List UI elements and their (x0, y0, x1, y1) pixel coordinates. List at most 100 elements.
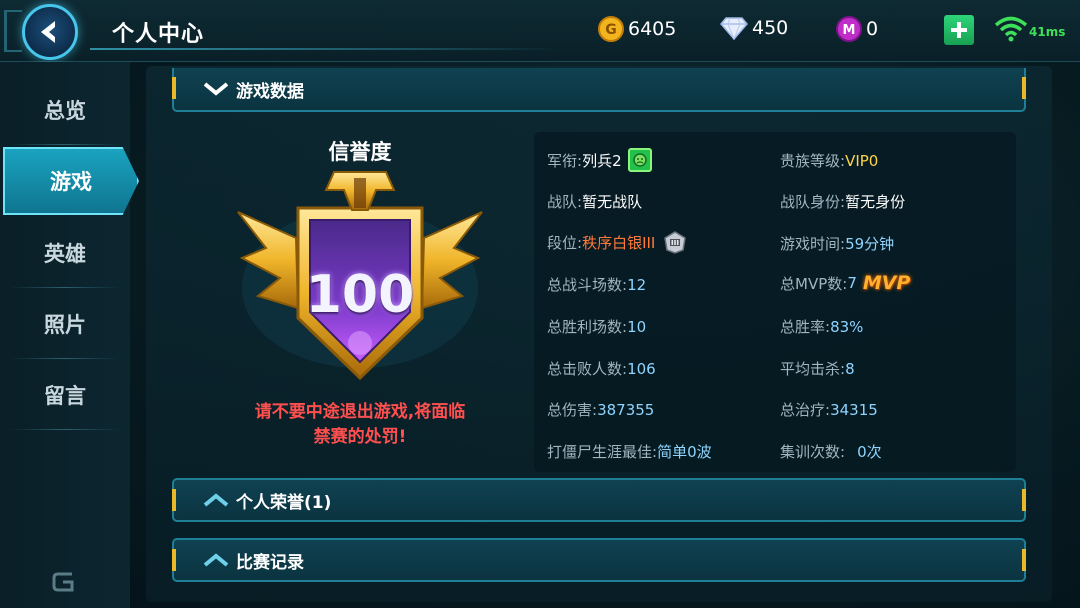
back-button-frame (4, 10, 22, 52)
tier-emblem-icon (664, 231, 687, 254)
stat-value: 简单0波 (657, 443, 712, 461)
chevron-up-icon (203, 553, 229, 567)
diamond-currency: 450 (720, 16, 788, 40)
add-currency-button[interactable] (944, 15, 974, 45)
stat-win-rate: 总胜率: 83% (780, 316, 863, 337)
mvp-badge-icon: MVP (862, 272, 911, 294)
stat-total-mvp: 总MVP数: 7 MVP (780, 272, 910, 294)
stat-label: 总伤害: (547, 401, 598, 419)
back-arrow-icon (41, 21, 55, 43)
section-title: 游戏数据 (236, 81, 304, 102)
title-underline (90, 48, 560, 50)
game-logo-icon (52, 572, 74, 592)
stat-label: 总战斗场数: (547, 276, 628, 294)
sidebar-item-game[interactable]: 游戏 (3, 147, 139, 215)
stat-total-kills: 总击败人数: 106 (547, 358, 656, 379)
section-title: 个人荣誉(1) (236, 492, 332, 513)
stat-value: 暂无身份 (845, 193, 906, 211)
sidebar-item-heroes[interactable]: 英雄 (0, 218, 130, 288)
section-record-header[interactable]: 比赛记录 (172, 538, 1026, 582)
stat-label: 集训次数: (780, 443, 846, 461)
stat-label: 平均击杀: (780, 360, 846, 378)
section-game-data-header[interactable]: 游戏数据 (172, 68, 1026, 112)
stat-label: 贵族等级: (780, 152, 846, 170)
stat-rank: 军衔: 列兵2 (547, 148, 652, 172)
warning-line-2: 禁赛的处罚! (313, 427, 407, 447)
stat-value: VIP0 (845, 151, 879, 170)
rank-emblem-icon (627, 148, 652, 172)
stat-value: 7 (847, 274, 857, 292)
sidebar-item-messages[interactable]: 留言 (0, 360, 130, 430)
stat-label: 游戏时间: (780, 235, 846, 253)
crystal-amount: 0 (866, 18, 879, 40)
stat-label: 军衔: (547, 151, 583, 170)
stat-label: 总胜利场数: (547, 318, 628, 336)
crystal-icon: M (836, 16, 862, 42)
sidebar-item-overview[interactable]: 总览 (0, 75, 130, 145)
chevron-up-icon (203, 493, 229, 507)
stat-label: 战队身份: (780, 193, 846, 211)
stat-team: 战队: 暂无战队 (547, 191, 642, 212)
stat-noble-level: 贵族等级: VIP0 (780, 150, 878, 171)
credit-title: 信誉度 (328, 140, 392, 164)
stat-tier: 段位: 秩序白银III (547, 230, 689, 254)
stat-value: 暂无战队 (582, 193, 643, 211)
top-bar: 个人中心 G 6405 450 M 0 41ms (0, 0, 1080, 62)
stat-avg-kills: 平均击杀: 8 (780, 358, 855, 379)
stat-total-heal: 总治疗: 34315 (780, 399, 878, 420)
credit-warning: 请不要中途退出游戏,将面临 禁赛的处罚! (210, 400, 510, 450)
sidebar-item-label: 英雄 (44, 242, 86, 266)
stat-training-count: 集训次数: 0次 (780, 441, 882, 462)
svg-text:G: G (605, 22, 617, 38)
section-honor-header[interactable]: 个人荣誉(1) (172, 478, 1026, 522)
stat-zombie-best: 打僵尸生涯最佳: 简单0波 (547, 441, 712, 462)
stat-label: 战队: (547, 193, 583, 211)
stat-label: 总击败人数: (547, 360, 628, 378)
divider (10, 429, 120, 430)
stat-value: 0次 (857, 443, 882, 461)
divider (10, 358, 120, 359)
diamond-icon (720, 17, 748, 40)
stat-value: 10 (627, 317, 647, 336)
stat-team-role: 战队身份: 暂无身份 (780, 191, 905, 212)
wifi-signal-icon (994, 16, 1028, 42)
divider (10, 287, 120, 288)
stat-value: 列兵2 (582, 151, 622, 170)
stat-value: 106 (627, 359, 656, 378)
crystal-currency: M 0 (836, 16, 878, 42)
stat-total-wins: 总胜利场数: 10 (547, 316, 646, 337)
gold-coin-icon: G (598, 16, 624, 42)
back-button[interactable] (22, 4, 78, 60)
gold-currency: G 6405 (598, 16, 676, 42)
stat-label: 总MVP数: (780, 274, 848, 293)
stat-play-time: 游戏时间: 59分钟 (780, 233, 894, 254)
chevron-down-icon (203, 82, 229, 96)
ping-value: 41ms (1029, 25, 1066, 39)
svg-text:M: M (843, 23, 856, 38)
stat-label: 打僵尸生涯最佳: (547, 443, 658, 461)
warning-line-1: 请不要中途退出游戏,将面临 (254, 402, 466, 422)
stat-label: 总治疗: (780, 401, 831, 419)
stat-label: 段位: (547, 233, 583, 252)
stat-value: 59分钟 (845, 235, 895, 253)
section-title: 比赛记录 (236, 552, 304, 573)
diamond-amount: 450 (752, 17, 789, 39)
page-title: 个人中心 (112, 22, 205, 47)
sidebar-item-label: 留言 (44, 384, 86, 408)
sidebar-item-label: 照片 (44, 313, 86, 337)
stat-value: 83% (830, 317, 864, 336)
stat-value: 秩序白银III (582, 233, 656, 252)
sidebar-item-photos[interactable]: 照片 (0, 289, 130, 359)
divider (10, 144, 120, 145)
stat-value: 12 (627, 275, 647, 294)
sidebar-item-label: 总览 (44, 99, 86, 123)
plus-icon (951, 22, 967, 38)
stats-panel (534, 132, 1016, 472)
stat-total-matches: 总战斗场数: 12 (547, 274, 646, 295)
stat-value: 34315 (830, 400, 878, 419)
stat-total-damage: 总伤害: 387355 (547, 399, 654, 420)
gold-amount: 6405 (628, 18, 677, 40)
stat-value: 8 (845, 359, 855, 378)
stat-value: 387355 (597, 400, 655, 419)
sidebar-item-label: 游戏 (50, 170, 92, 194)
